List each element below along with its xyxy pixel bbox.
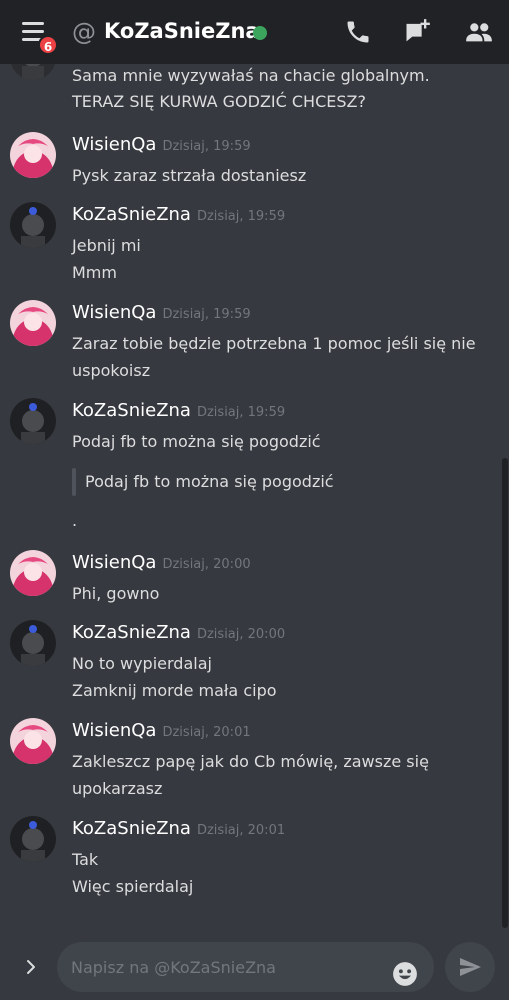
new-dm-icon[interactable] [403, 18, 431, 46]
author-name[interactable]: WisienQa [72, 720, 156, 741]
timestamp: Dzisiaj, 20:01 [196, 823, 286, 838]
author-name[interactable]: WisienQa [72, 552, 156, 573]
author-name[interactable]: WisienQa [72, 134, 156, 155]
message-text: . [72, 511, 78, 530]
members-icon[interactable] [465, 18, 493, 46]
avatar[interactable] [10, 816, 56, 862]
timestamp: Dzisiaj, 20:00 [162, 557, 251, 572]
header-bar: 6 @ KoZaSnieZna [0, 0, 509, 64]
phone-icon[interactable] [344, 18, 372, 46]
avatar[interactable] [10, 300, 56, 346]
message-text: Mmm [72, 263, 117, 282]
at-icon: @ [72, 18, 96, 46]
author-line: KoZaSnieZna Dzisiaj, 19:59 [72, 400, 285, 421]
message-text: Tak [72, 850, 99, 869]
author-line: KoZaSnieZna Dzisiaj, 20:00 [72, 622, 285, 643]
message-text: Więc spierdalaj [72, 877, 194, 896]
author-line: WisienQa Dzisiaj, 20:00 [72, 552, 251, 573]
unread-badge: 6 [38, 35, 58, 55]
message-text: Zamknij morde mała cipo [72, 681, 277, 700]
avatar[interactable] [10, 718, 56, 764]
avatar[interactable] [10, 620, 56, 666]
message-group: WisienQa Dzisiaj, 20:01 Zakleszcz papę ja… [0, 718, 500, 804]
message-group: WisienQa Dzisiaj, 19:59 Pysk zaraz strzał… [0, 132, 500, 192]
avatar[interactable] [10, 202, 56, 248]
message-group: Sama mnie wyzywałaś na chacie globalnym.… [0, 64, 500, 114]
timestamp: Dzisiaj, 19:59 [196, 209, 286, 224]
message-text: No to wypierdalaj [72, 654, 212, 673]
message-group: KoZaSnieZna Dzisiaj, 20:00 No to wypierda… [0, 620, 500, 706]
quote-bar [72, 468, 76, 496]
send-icon [460, 958, 481, 976]
timestamp: Dzisiaj, 20:00 [196, 627, 286, 642]
author-name[interactable]: KoZaSnieZna [72, 400, 191, 421]
message-group: WisienQa Dzisiaj, 20:00 Phi, gowno [0, 550, 500, 610]
chat-app: 6 @ KoZaSnieZna Sama mnie wyzywałaś na c… [0, 0, 509, 1000]
author-line: KoZaSnieZna Dzisiaj, 20:01 [72, 818, 285, 839]
message-group: KoZaSnieZna Dzisiaj, 19:59 Podaj fb to mo… [0, 398, 500, 538]
message-text: Podaj fb to można się pogodzić [72, 432, 321, 451]
channel-title: KoZaSnieZna [104, 19, 260, 43]
author-name[interactable]: KoZaSnieZna [72, 622, 191, 643]
avatar[interactable] [10, 64, 56, 80]
message-text: Zakleszcz papę jak do Cb mówię, zawsze s… [72, 752, 429, 771]
author-name[interactable]: KoZaSnieZna [72, 818, 191, 839]
quote-text: Podaj fb to można się pogodzić [85, 472, 334, 491]
message-text: Pysk zaraz strzała dostaniesz [72, 166, 307, 185]
message-list[interactable]: Sama mnie wyzywałaś na chacie globalnym.… [0, 64, 509, 934]
avatar[interactable] [10, 132, 56, 178]
avatar[interactable] [10, 550, 56, 596]
author-line: WisienQa Dzisiaj, 19:59 [72, 302, 251, 323]
message-text: Jebnij mi [72, 236, 141, 255]
timestamp: Dzisiaj, 19:59 [162, 307, 251, 322]
timestamp: Dzisiaj, 19:59 [196, 405, 286, 420]
expand-icon[interactable] [22, 958, 40, 976]
message-group: WisienQa Dzisiaj, 19:59 Zaraz tobie będzi… [0, 300, 500, 386]
message-text: upokarzasz [72, 779, 163, 798]
message-text: Sama mnie wyzywałaś na chacie globalnym. [72, 66, 430, 85]
message-input[interactable] [71, 942, 371, 992]
author-line: KoZaSnieZna Dzisiaj, 19:59 [72, 204, 285, 225]
message-text: uspokoisz [72, 361, 151, 380]
message-text: Zaraz tobie będzie potrzebna 1 pomoc jeś… [72, 334, 476, 353]
author-name[interactable]: KoZaSnieZna [72, 204, 191, 225]
avatar[interactable] [10, 398, 56, 444]
author-name[interactable]: WisienQa [72, 302, 156, 323]
message-group: KoZaSnieZna Dzisiaj, 19:59 Jebnij mi Mmm [0, 202, 500, 288]
timestamp: Dzisiaj, 19:59 [162, 139, 251, 154]
online-status-icon [253, 26, 267, 40]
author-line: WisienQa Dzisiaj, 19:59 [72, 134, 251, 155]
message-text: TERAZ SIĘ KURWA GODZIĆ CHCESZ? [72, 92, 366, 111]
message-group: KoZaSnieZna Dzisiaj, 20:01 Tak Więc spier… [0, 816, 500, 902]
message-input-wrapper [57, 942, 434, 992]
scrollbar[interactable] [502, 458, 508, 928]
emoji-icon[interactable] [392, 961, 418, 987]
author-line: WisienQa Dzisiaj, 20:01 [72, 720, 251, 741]
timestamp: Dzisiaj, 20:01 [162, 725, 251, 740]
composer-bar [0, 934, 509, 1000]
message-text: Phi, gowno [72, 584, 160, 603]
send-button[interactable] [445, 942, 495, 992]
